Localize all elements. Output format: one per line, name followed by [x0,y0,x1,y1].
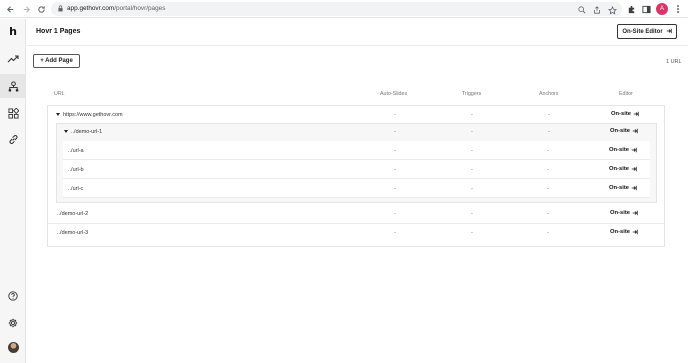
auto-slides-cell: - [394,186,396,192]
page-header: Hovr 1 Pages On-Site Editor [27,19,688,46]
auto-slides-cell: - [394,148,396,154]
subrow-bg [63,179,650,198]
anchors-cell: - [548,129,550,135]
logo[interactable]: h [0,19,26,43]
caret-down-icon[interactable] [56,113,60,117]
on-site-editor-button[interactable]: On-Site Editor [617,24,677,39]
add-page-label: + Add Page [40,58,73,64]
row-divider [48,223,664,224]
on-site-label: On-site [610,229,630,235]
kebab-menu-icon[interactable] [672,3,684,15]
url-cell[interactable]: https://www.gethovr.com [56,112,123,118]
column-header-auto-slides: Auto-Slides [380,91,408,97]
forward-arrow-icon[interactable] [20,3,32,15]
browser-toolbar: app.gethovr.com/portal/hovr/pages A [0,0,688,18]
url-cell[interactable]: ../demo-url-3 [57,230,88,236]
subrow-bg [63,160,650,179]
triggers-cell: - [471,129,473,135]
user-avatar[interactable] [0,335,26,359]
on-site-link[interactable]: On-site [610,128,638,134]
triggers-cell: - [471,211,473,217]
url-count: 1 URL [666,59,682,65]
anchors-cell: - [548,112,550,118]
url-cell[interactable]: ../demo-url-2 [57,211,88,217]
hierarchy-icon[interactable] [0,74,26,98]
on-site-link[interactable]: On-site [610,229,638,235]
column-header-anchors: Anchors [539,91,559,97]
open-external-icon [632,210,638,216]
on-site-label: On-site [609,147,629,153]
open-external-icon [631,147,637,153]
add-page-button[interactable]: + Add Page [33,54,80,68]
open-external-icon [631,166,637,172]
triggers-cell: - [471,186,473,192]
url-host: app.gethovr.com [67,5,115,12]
auto-slides-cell: - [394,230,396,236]
on-site-label: On-site [609,185,629,191]
extensions-icon[interactable] [625,3,637,15]
on-site-link[interactable]: On-site [611,111,639,117]
address-bar[interactable]: app.gethovr.com/portal/hovr/pages [51,2,622,16]
auto-slides-cell: - [394,167,396,173]
trending-icon[interactable] [0,47,26,71]
open-external-icon [632,128,638,134]
user-photo [7,341,19,353]
url-text: ../demo-url-1 [71,129,103,135]
auto-slides-cell: - [394,211,396,217]
on-site-editor-label: On-Site Editor [622,28,663,35]
triggers-cell: - [471,230,473,236]
page-title: Hovr 1 Pages [36,28,81,35]
url-cell[interactable]: ../url-c [68,186,83,192]
on-site-link[interactable]: On-site [609,147,637,153]
bookmark-star-icon[interactable] [607,5,617,15]
anchors-cell: - [547,230,549,236]
auto-slides-cell: - [394,129,396,135]
anchors-cell: - [547,186,549,192]
open-external-icon [666,28,672,36]
on-site-link[interactable]: On-site [610,210,638,216]
subrow-bg [63,141,650,160]
widgets-icon[interactable] [0,101,26,125]
zoom-icon[interactable] [577,5,587,15]
on-site-label: On-site [610,210,630,216]
url-cell[interactable]: ../url-a [68,148,84,154]
triggers-cell: - [471,167,473,173]
anchors-cell: - [547,211,549,217]
share-icon[interactable] [592,5,602,15]
url-cell[interactable]: ../url-b [68,167,84,173]
on-site-link[interactable]: On-site [609,185,637,191]
auto-slides-cell: - [394,112,396,118]
on-site-label: On-site [610,128,630,134]
anchors-cell: - [547,167,549,173]
triggers-cell: - [471,148,473,154]
settings-icon[interactable] [0,311,26,335]
anchors-cell: - [547,148,549,154]
open-external-icon [632,229,638,235]
link-icon[interactable] [0,127,26,151]
column-header-editor: Editor [619,91,633,97]
open-external-icon [633,111,639,117]
profile-avatar[interactable]: A [656,3,668,15]
left-rail: h [0,19,26,363]
on-site-link[interactable]: On-site [609,166,637,172]
column-header-triggers: Triggers [462,91,482,97]
url-text: app.gethovr.com/portal/hovr/pages [67,5,165,12]
help-icon[interactable] [0,284,26,308]
lock-icon [58,5,63,14]
url-cell[interactable]: ../demo-url-1 [64,129,102,135]
open-external-icon [631,185,637,191]
url-path: /portal/hovr/pages [114,5,166,12]
column-header-url: URL [54,91,65,97]
back-arrow-icon[interactable] [4,3,16,15]
caret-down-icon[interactable] [64,130,68,134]
side-panel-icon[interactable] [640,3,652,15]
logo-mark: h [9,24,17,38]
on-site-label: On-site [609,166,629,172]
reload-icon[interactable] [35,3,47,15]
url-text: https://www.gethovr.com [63,112,123,118]
triggers-cell: - [471,112,473,118]
on-site-label: On-site [611,111,631,117]
